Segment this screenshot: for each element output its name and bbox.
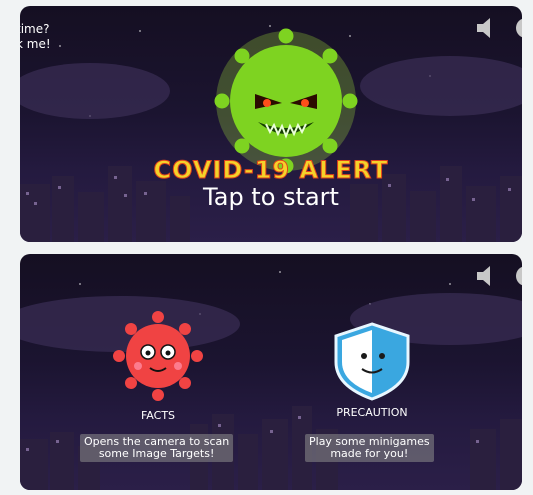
facts-description: Opens the camera to scan some Image Targ… <box>80 434 234 462</box>
gear-icon[interactable] <box>512 264 522 292</box>
precaution-label: PRECAUTION <box>336 406 408 419</box>
alert-title: COVID-19 ALERT <box>153 156 389 185</box>
facts-description-line-2: some Image Targets! <box>98 447 215 460</box>
hint-line-2: k me! <box>20 37 51 51</box>
shield-icon[interactable] <box>334 322 410 401</box>
gear-icon[interactable] <box>512 16 522 44</box>
precaution-description: Play some minigames made for you! <box>305 434 434 462</box>
tap-to-start-button[interactable]: Tap to start <box>20 183 522 211</box>
start-screen[interactable]: time? k me! COVID-19 ALERT Tap to start <box>20 6 522 242</box>
facts-label: FACTS <box>140 409 176 422</box>
hint-line-1: time? <box>20 22 50 36</box>
menu-screen[interactable]: FACTS Opens the camera to scan some Imag… <box>20 254 522 490</box>
speaker-icon[interactable] <box>473 264 501 288</box>
hint-text: time? k me! <box>20 22 51 52</box>
precaution-description-line-2: made for you! <box>330 447 409 460</box>
speaker-icon[interactable] <box>473 16 501 40</box>
virus-monster-icon <box>214 28 358 174</box>
